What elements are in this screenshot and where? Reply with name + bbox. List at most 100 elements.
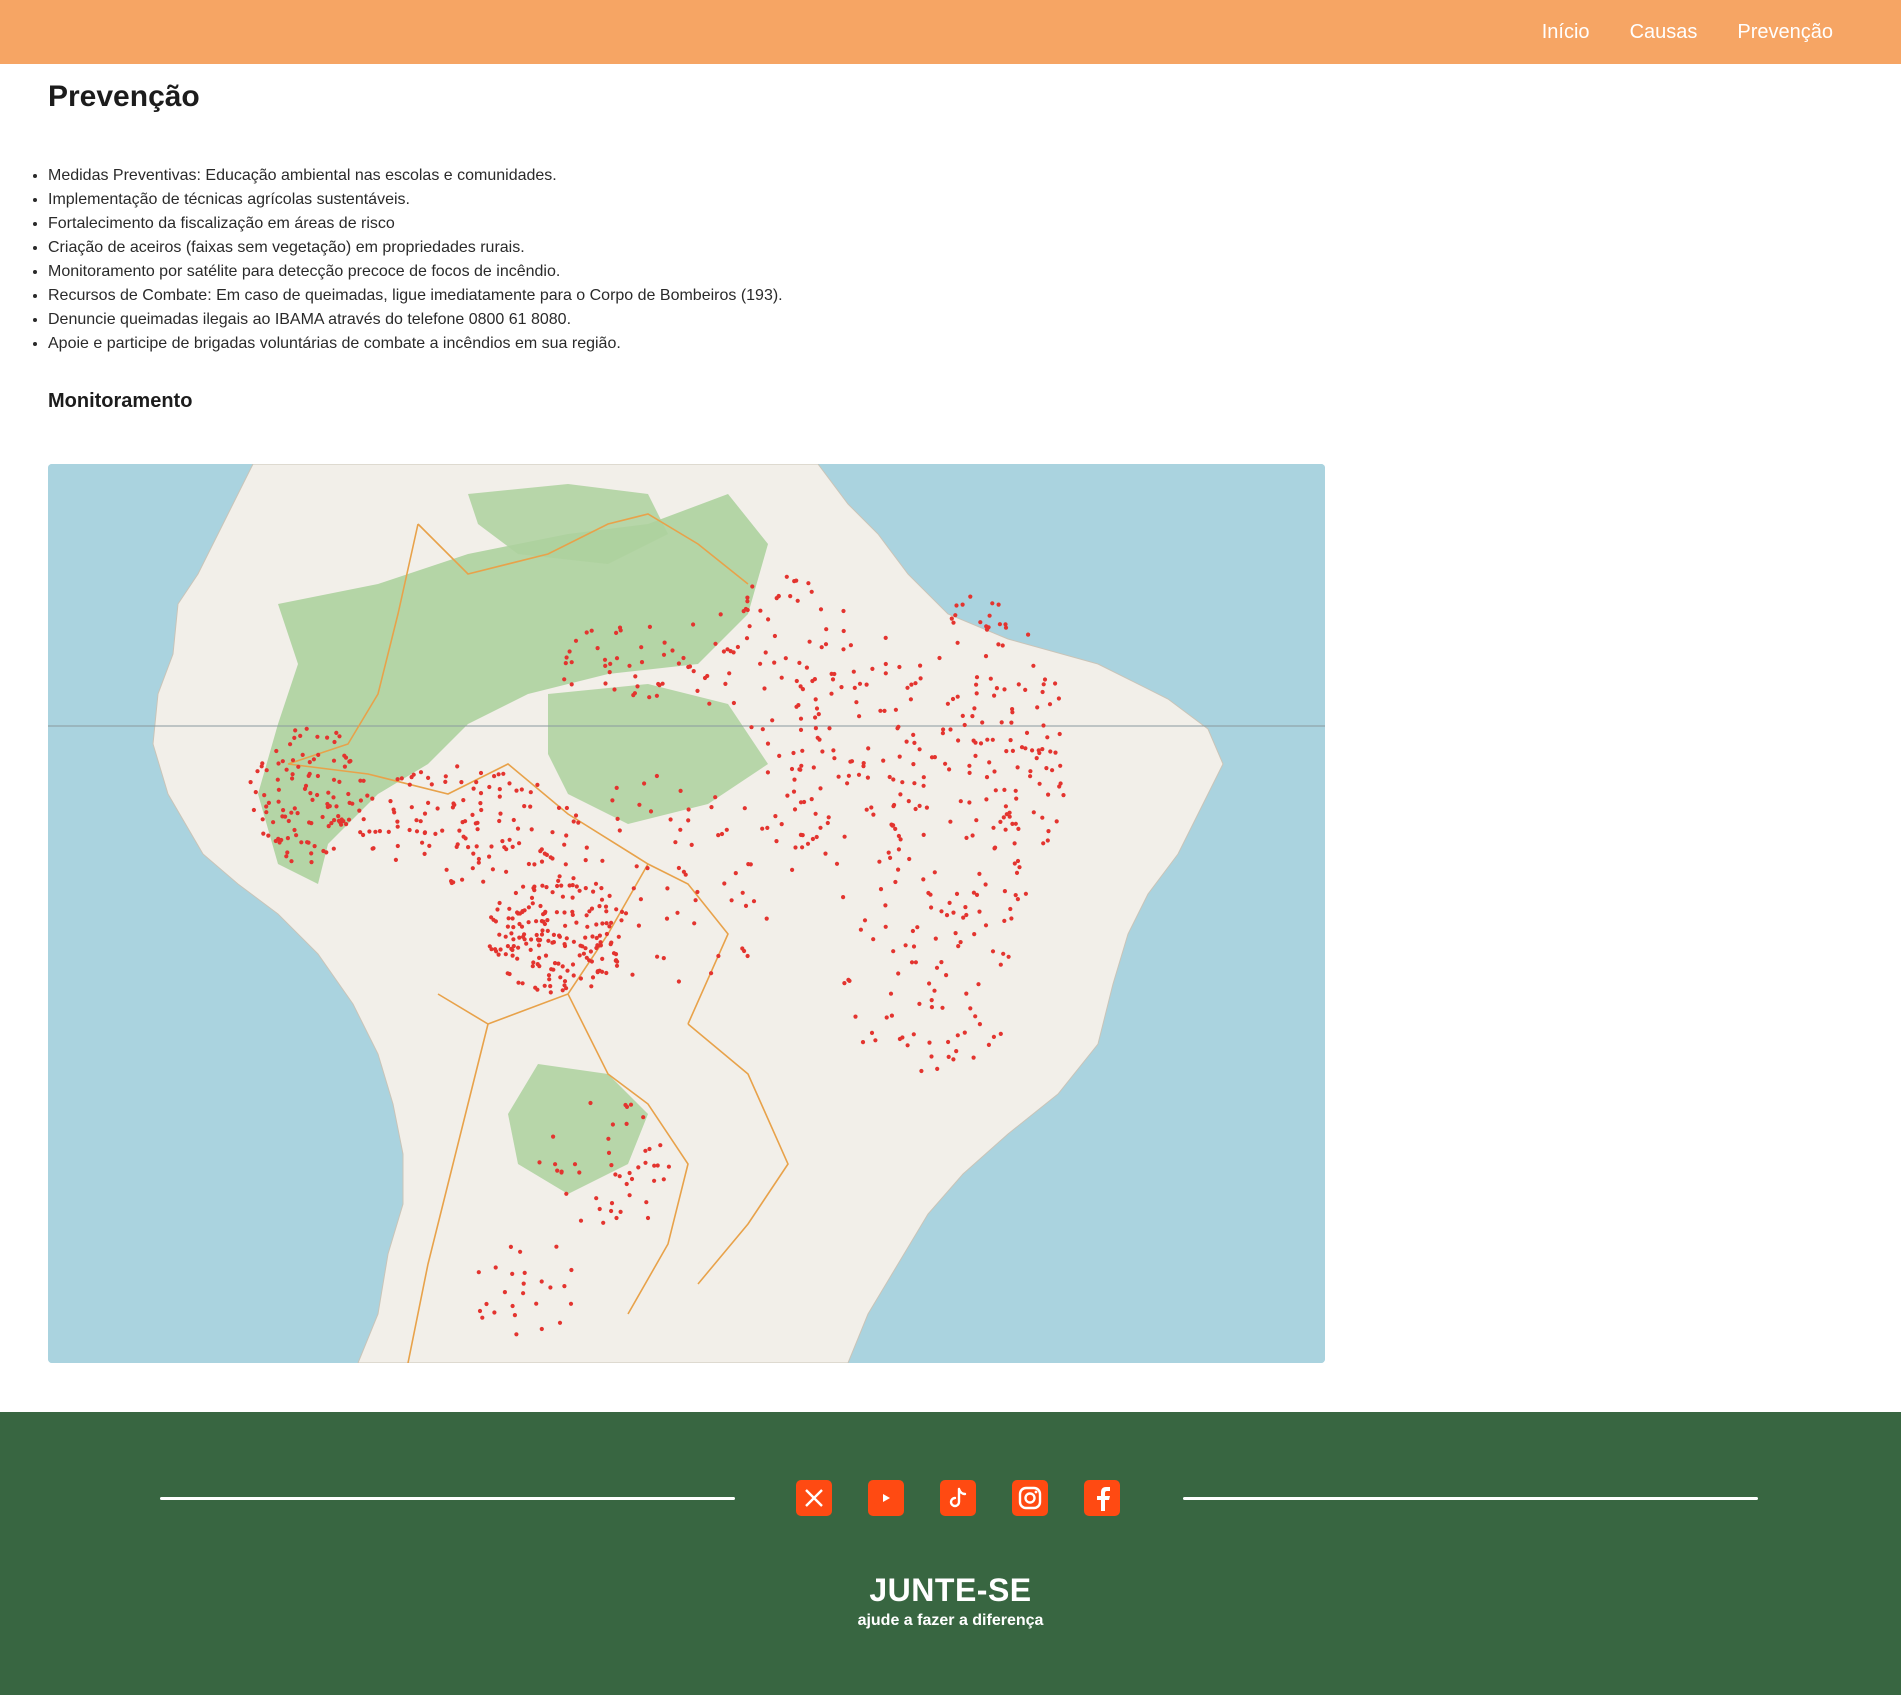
fire-hotspot-marker [849, 759, 855, 764]
fire-hotspot-marker [492, 774, 497, 779]
fire-hotspot-marker [818, 825, 823, 830]
fire-hotspot-marker [511, 925, 516, 930]
fire-hotspot-marker [1037, 781, 1042, 786]
fire-hotspot-marker [535, 962, 540, 967]
fire-hotspot-marker [883, 661, 888, 667]
fire-hotspot-marker [498, 947, 503, 952]
fire-hotspot-marker [842, 834, 847, 839]
fire-hotspot-marker [1040, 689, 1045, 695]
list-item: Criação de aceiros (faixas sem vegetação… [48, 236, 783, 260]
youtube-icon[interactable] [868, 1480, 904, 1516]
fire-hotspot-marker [357, 808, 362, 813]
fire-hotspot-marker [373, 829, 378, 834]
fire-hotspot-marker [944, 913, 950, 918]
fire-hotspot-marker [1023, 891, 1028, 896]
fire-hotspot-marker [798, 727, 804, 732]
fire-hotspot-marker [1024, 730, 1030, 735]
fire-hotspot-marker [719, 831, 725, 837]
fire-hotspot-marker [539, 859, 545, 864]
fire-hotspot-marker [546, 973, 552, 978]
fire-hotspot-marker [985, 737, 990, 742]
fire-hotspot-marker [638, 897, 644, 902]
fire-hotspot-marker [1058, 763, 1063, 768]
fire-hotspot-marker [940, 1005, 945, 1010]
fire-hotspot-marker [562, 983, 567, 988]
fire-hotspot-marker [678, 827, 683, 832]
fire-hotspot-marker [1050, 768, 1055, 773]
fire-hotspot-marker [758, 661, 763, 666]
fire-hotspot-marker [542, 983, 547, 988]
fire-hotspot-marker [947, 900, 952, 905]
nav-link-prevencao[interactable]: Prevenção [1737, 21, 1833, 44]
fire-hotspot-marker [742, 806, 747, 811]
fire-hotspot-marker [1017, 865, 1022, 870]
fire-hotspot-marker [597, 904, 602, 909]
footer-title: JUNTE-SE [869, 1572, 1032, 1608]
fire-hotspot-marker [603, 663, 608, 668]
fire-hotspot-marker [624, 1104, 630, 1109]
fire-hotspot-marker [917, 803, 922, 808]
fire-hotspot-marker [426, 800, 431, 805]
fire-hotspot-marker [1041, 682, 1046, 687]
fire-hotspot-marker [500, 839, 505, 844]
fire-hotspot-marker [471, 786, 476, 791]
fire-hotspot-marker [1002, 787, 1007, 792]
nav-link-inicio[interactable]: Início [1542, 21, 1590, 44]
instagram-icon[interactable] [1012, 1480, 1048, 1516]
fire-hotspot-marker [893, 707, 899, 712]
fire-hotspot-marker [271, 820, 276, 825]
fire-hotspot-marker [862, 918, 868, 923]
fire-hotspot-marker [998, 962, 1003, 967]
fire-hotspot-marker [915, 925, 920, 930]
fire-hotspot-marker [587, 909, 592, 914]
fire-hotspot-marker [562, 942, 567, 947]
fire-hotspot-marker [487, 854, 492, 859]
fire-hotspot-marker [990, 949, 996, 954]
fire-hotspot-marker [832, 671, 837, 677]
fire-hotspot-marker [342, 753, 347, 758]
fire-hotspot-marker [745, 599, 750, 604]
fire-hotspot-marker [414, 829, 420, 834]
fire-hotspot-marker [800, 845, 805, 850]
fire-hotspot-marker [729, 898, 734, 903]
fire-hotspot-marker [743, 606, 749, 612]
x-icon[interactable] [796, 1480, 832, 1516]
tiktok-icon[interactable] [940, 1480, 976, 1516]
fire-hotspot-marker [568, 1301, 574, 1306]
fire-hotspot-marker [883, 635, 888, 640]
fire-hotspot-marker [326, 790, 331, 795]
fire-hotspot-marker [1053, 750, 1058, 755]
facebook-icon[interactable] [1084, 1480, 1120, 1516]
fire-hotspot-marker [300, 752, 305, 757]
map-canvas[interactable] [48, 464, 1325, 1363]
fire-hotspot-marker [476, 1270, 481, 1275]
fire-hotspot-marker [1002, 687, 1007, 692]
fire-hotspot-marker [519, 787, 524, 792]
fire-hotspot-marker [929, 998, 934, 1003]
fire-hotspot-marker [919, 1068, 924, 1074]
fire-hotspot-marker [861, 761, 866, 766]
fire-hotspot-marker [929, 1005, 935, 1010]
fire-hotspot-marker [569, 682, 574, 687]
fire-hotspot-marker [713, 641, 718, 646]
fire-hotspot-marker [1023, 687, 1028, 692]
fire-hotspot-marker [549, 967, 554, 972]
fire-hotspot-marker [504, 869, 509, 874]
fire-hotspot-marker [562, 1284, 567, 1289]
fire-hotspot-marker [912, 781, 917, 786]
fire-hotspot-marker [502, 1290, 507, 1295]
nav-link-causas[interactable]: Causas [1630, 21, 1698, 44]
fire-hotspot-marker [970, 714, 975, 719]
fire-hotspot-marker [614, 656, 620, 661]
fire-hotspot-marker [510, 947, 515, 953]
fire-hotspot-marker [1046, 792, 1051, 797]
fire-hotspot-marker [854, 700, 859, 705]
fire-hotspot-marker [883, 903, 888, 908]
fire-hotspot-marker [574, 884, 579, 889]
fire-hotspot-marker [662, 640, 667, 645]
fire-hotspot-marker [658, 1143, 663, 1148]
fire-hotspot-marker [334, 730, 339, 735]
list-item: Denuncie queimadas ilegais ao IBAMA atra… [48, 308, 783, 332]
fire-hotspot-map[interactable] [48, 464, 1325, 1363]
fire-hotspot-marker [370, 846, 375, 851]
